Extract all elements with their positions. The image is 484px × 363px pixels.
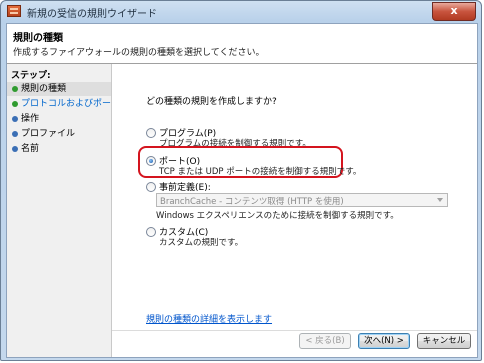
chevron-down-icon: [437, 198, 443, 202]
step-action: 操作: [7, 112, 111, 126]
step-protocol-ports[interactable]: プロトコルおよびポート: [7, 97, 120, 111]
next-button[interactable]: 次へ(N) >: [358, 333, 410, 349]
predefined-option-label[interactable]: 事前定義(E):: [159, 180, 211, 193]
wizard-window: 新規の受信の規則ウイザード x 規則の種類 作成するファイアウォールの規則の種類…: [0, 0, 482, 361]
footer-divider: [112, 330, 477, 331]
firewall-icon: [7, 5, 21, 17]
predefined-option-description: Windows エクスペリエンスのために接続を制御する規則です。: [156, 211, 399, 221]
cancel-button[interactable]: キャンセル: [417, 333, 471, 349]
page-title: 規則の種類: [13, 33, 63, 44]
step-bullet-icon: [12, 101, 18, 107]
step-label: 規則の種類: [21, 84, 67, 94]
step-bullet-icon: [12, 131, 18, 137]
title-bar[interactable]: 新規の受信の規則ウイザード x: [1, 1, 481, 23]
step-current-bullet-icon: [12, 86, 18, 92]
step-label: 操作: [21, 114, 40, 124]
port-radio[interactable]: [146, 156, 156, 166]
step-profile: プロファイル: [7, 127, 111, 141]
window-title: 新規の受信の規則ウイザード: [27, 9, 157, 20]
rule-type-question: どの種類の規則を作成しますか?: [146, 97, 277, 107]
steps-pane: ステップ: 規則の種類 プロトコルおよびポート 操作 プロファイル 名前: [7, 64, 120, 357]
learn-more-link[interactable]: 規則の種類の詳細を表示します: [146, 312, 272, 325]
step-bullet-icon: [12, 116, 18, 122]
custom-option-description: カスタムの規則です。: [159, 238, 244, 248]
predefined-dropdown-value: BranchCache - コンテンツ取得 (HTTP を使用): [160, 197, 344, 207]
predefined-radio[interactable]: [146, 182, 156, 192]
wizard-header: 規則の種類 作成するファイアウォールの規則の種類を選択してください。: [7, 24, 477, 64]
main-pane: どの種類の規則を作成しますか? プログラム(P) プログラムの接続を制御する規則…: [112, 64, 477, 357]
custom-radio[interactable]: [146, 227, 156, 237]
predefined-dropdown[interactable]: BranchCache - コンテンツ取得 (HTTP を使用): [156, 193, 448, 207]
port-option-description: TCP または UDP ポートの接続を制御する規則です。: [159, 167, 362, 177]
step-bullet-icon: [12, 146, 18, 152]
steps-title: ステップ:: [11, 71, 51, 81]
close-button[interactable]: x: [432, 2, 476, 21]
step-name: 名前: [7, 142, 111, 156]
step-label: プロファイル: [21, 129, 76, 139]
wizard-body: ステップ: 規則の種類 プロトコルおよびポート 操作 プロファイル 名前 どの種…: [7, 64, 477, 357]
page-description: 作成するファイアウォールの規則の種類を選択してください。: [13, 48, 265, 58]
program-radio[interactable]: [146, 128, 156, 138]
step-label: 名前: [21, 144, 40, 154]
step-label: プロトコルおよびポート: [21, 99, 121, 109]
step-rule-type: 規則の種類: [7, 82, 111, 96]
back-button[interactable]: < 戻る(B): [299, 333, 351, 349]
wizard-client-area: 規則の種類 作成するファイアウォールの規則の種類を選択してください。 ステップ:…: [6, 23, 478, 358]
